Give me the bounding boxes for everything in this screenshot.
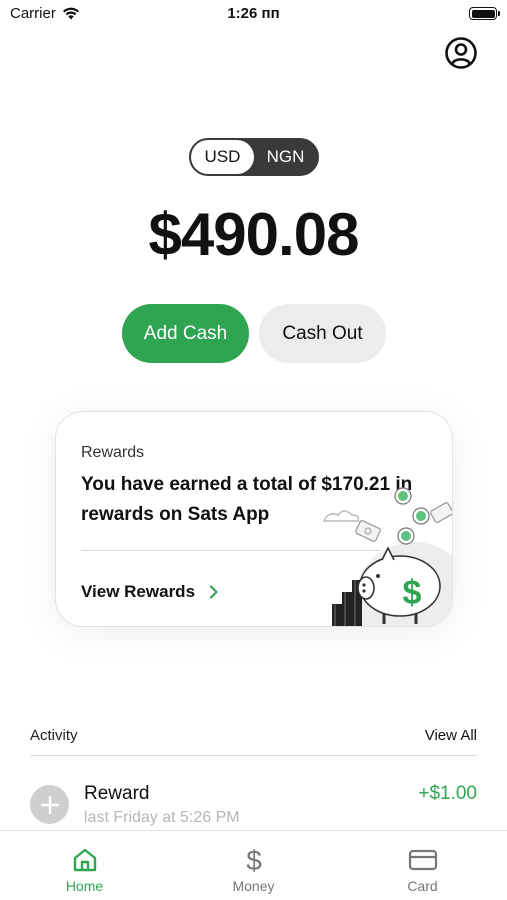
activity-title: Reward (84, 783, 150, 804)
home-icon (73, 848, 96, 872)
cash-out-button[interactable]: Cash Out (259, 304, 386, 363)
currency-option-ngn[interactable]: NGN (254, 140, 317, 174)
activity-subtitle: last Friday at 5:26 PM (84, 809, 240, 826)
activity-divider (30, 755, 477, 756)
svg-text:$: $ (246, 846, 262, 874)
activity-label: Activity (30, 727, 78, 744)
currency-option-usd[interactable]: USD (191, 140, 254, 174)
card-icon (408, 849, 437, 871)
tab-card[interactable]: Card (338, 831, 507, 900)
tab-label: Card (407, 878, 438, 894)
activity-amount: +$1.00 (418, 783, 477, 804)
chevron-right-icon (209, 585, 218, 599)
status-time: 1:26 пп (227, 5, 280, 22)
profile-button[interactable] (445, 37, 477, 69)
view-rewards-link[interactable]: View Rewards (81, 582, 219, 602)
list-item[interactable]: Reward last Friday at 5:26 PM +$1.00 (30, 778, 477, 830)
tab-label: Home (65, 878, 104, 894)
tab-home[interactable]: Home (0, 831, 169, 900)
tab-money[interactable]: $ Money (169, 831, 338, 900)
dollar-icon: $ (246, 846, 262, 874)
rewards-card[interactable]: Rewards You have earned a total of $170.… (55, 411, 453, 627)
currency-toggle[interactable]: USD NGN (189, 138, 319, 176)
svg-text:$: $ (403, 574, 422, 612)
plus-icon (30, 785, 69, 824)
tab-bar: Home $ Money Card (0, 830, 507, 900)
piggy-bank-illustration: $ (322, 487, 452, 626)
view-rewards-label: View Rewards (81, 582, 196, 601)
tab-label: Money (232, 878, 275, 894)
activity-header: Activity View All (30, 727, 477, 745)
user-circle-icon (445, 37, 477, 69)
battery-icon (469, 7, 500, 20)
balance-amount: $490.08 (148, 201, 360, 268)
rewards-title: Rewards (81, 444, 145, 461)
add-cash-button[interactable]: Add Cash (122, 304, 249, 363)
view-all-link[interactable]: View All (425, 727, 477, 744)
status-bar: Carrier 1:26 пп (0, 0, 507, 30)
